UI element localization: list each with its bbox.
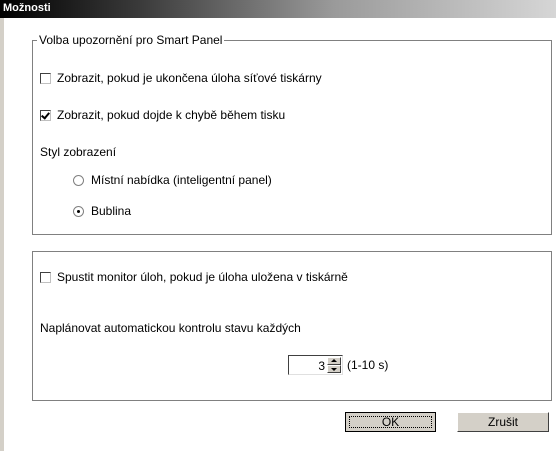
bubble-radio[interactable]	[73, 205, 84, 217]
network-job-done-checkbox[interactable]	[40, 72, 51, 84]
display-style-label: Styl zobrazení	[40, 145, 117, 159]
popup-menu-radio[interactable]	[73, 174, 84, 186]
schedule-check-label: Naplánovat automatickou kontrolu stavu k…	[40, 321, 301, 335]
style-option-popup-menu[interactable]: Místní nabídka (inteligentní panel)	[73, 173, 272, 187]
option-network-job-done[interactable]: Zobrazit, pokud je ukončena úloha síťové…	[40, 71, 322, 85]
option-print-error[interactable]: Zobrazit, pokud dojde k chybě během tisk…	[40, 108, 285, 122]
interval-hint: (1-10 s)	[347, 358, 389, 372]
schedule-check-heading: Naplánovat automatickou kontrolu stavu k…	[40, 321, 301, 335]
notification-group-legend: Volba upozornění pro Smart Panel	[37, 33, 225, 47]
focus-rectangle	[349, 416, 432, 428]
bubble-label: Bublina	[91, 204, 132, 218]
interval-spinbox[interactable]: 3	[288, 355, 343, 375]
title-bar: Možnosti	[0, 0, 556, 18]
start-job-monitor-checkbox[interactable]	[40, 271, 51, 283]
interval-value[interactable]: 3	[318, 359, 325, 373]
style-option-bubble[interactable]: Bublina	[73, 204, 131, 218]
print-error-label: Zobrazit, pokud dojde k chybě během tisk…	[57, 108, 286, 122]
window-title: Možnosti	[3, 2, 51, 14]
display-style-heading: Styl zobrazení	[40, 145, 116, 159]
ok-button[interactable]: OK	[345, 412, 436, 432]
spin-up-arrow-icon[interactable]	[327, 357, 341, 365]
cancel-button-label: Zrušit	[488, 415, 518, 429]
spin-down-arrow-icon[interactable]	[327, 365, 341, 373]
print-error-checkbox[interactable]	[40, 109, 51, 121]
network-job-done-label: Zobrazit, pokud je ukončena úloha síťové…	[57, 71, 322, 85]
start-job-monitor-label: Spustit monitor úloh, pokud je úloha ulo…	[57, 270, 348, 284]
cancel-button[interactable]: Zrušit	[457, 412, 549, 432]
option-start-job-monitor[interactable]: Spustit monitor úloh, pokud je úloha ulo…	[40, 270, 348, 284]
popup-menu-label: Místní nabídka (inteligentní panel)	[91, 173, 272, 187]
